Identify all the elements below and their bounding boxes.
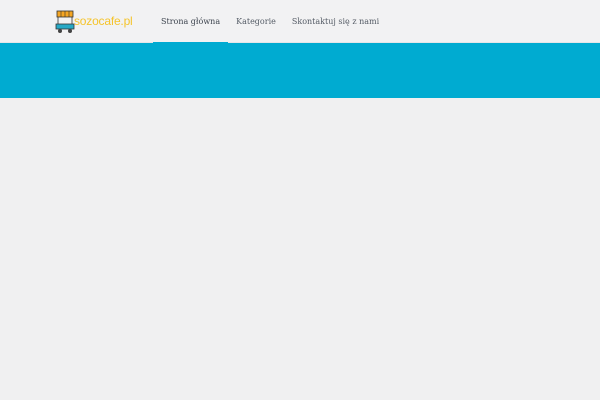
nav-item-label: Strona główna	[161, 17, 221, 26]
main-content	[0, 98, 600, 400]
main-nav: Strona główna Kategorie Skontaktuj się z…	[153, 0, 387, 44]
nav-item-label: Kategorie	[236, 17, 276, 26]
logo-text: sozocafe.pl	[74, 14, 133, 28]
site-header: sozocafe.pl Strona główna Kategorie Skon…	[0, 0, 600, 44]
hero-banner	[0, 43, 600, 98]
nav-item-contact[interactable]: Skontaktuj się z nami	[284, 0, 387, 43]
nav-item-label: Skontaktuj się z nami	[291, 17, 380, 26]
site-logo[interactable]: sozocafe.pl	[55, 10, 133, 34]
nav-item-home[interactable]: Strona główna	[153, 0, 229, 44]
nav-item-categories[interactable]: Kategorie	[228, 0, 284, 43]
